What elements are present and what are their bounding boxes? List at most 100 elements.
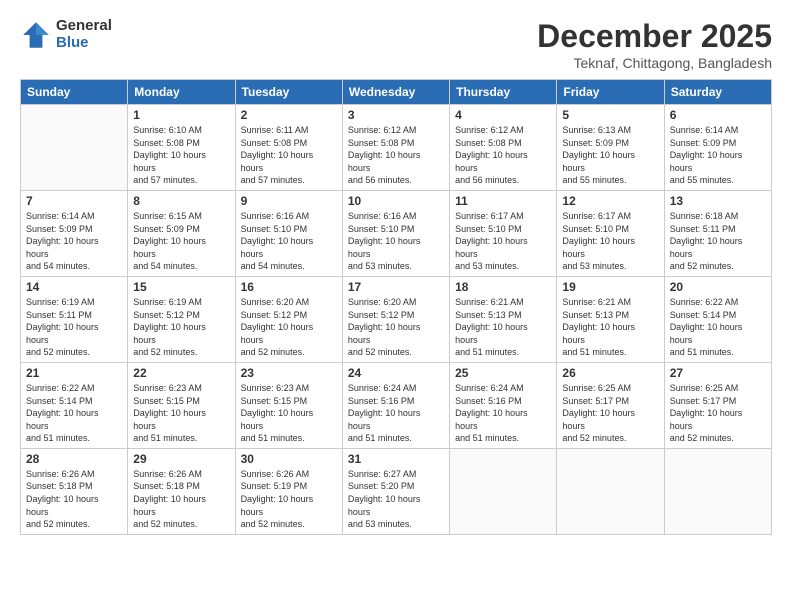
day-info: Sunrise: 6:19 AMSunset: 5:12 PMDaylight:… [133,296,229,359]
daylight-line1: Daylight: 10 hours hours [133,236,206,259]
daylight-line1: Daylight: 10 hours hours [348,322,421,345]
sunrise-text: Sunrise: 6:27 AM [348,469,417,479]
sunset-text: Sunset: 5:20 PM [348,481,415,491]
weekday-header-saturday: Saturday [664,80,771,105]
daylight-line1: Daylight: 10 hours hours [133,408,206,431]
day-number: 28 [26,452,122,466]
weekday-header-friday: Friday [557,80,664,105]
sunrise-text: Sunrise: 6:22 AM [670,297,739,307]
daylight-line2: and 54 minutes. [133,261,197,271]
daylight-line2: and 51 minutes. [26,433,90,443]
daylight-line1: Daylight: 10 hours hours [670,150,743,173]
calendar-cell: 11 Sunrise: 6:17 AM Sunset: 5:10 PM Dayligh… [450,190,557,276]
day-number: 20 [670,280,766,294]
sunrise-text: Sunrise: 6:17 AM [455,211,524,221]
daylight-line1: Daylight: 10 hours hours [348,236,421,259]
day-info: Sunrise: 6:24 AMSunset: 5:16 PMDaylight:… [455,382,551,445]
sunset-text: Sunset: 5:16 PM [455,396,522,406]
calendar-cell: 20Sunrise: 6:22 AMSunset: 5:14 PMDayligh… [664,276,771,362]
daylight-line1: Daylight: 10 hours hours [348,150,421,173]
sunset-text: Sunset: 5:09 PM [26,224,93,234]
sunrise-text: Sunrise: 6:22 AM [26,383,95,393]
daylight-line2: and 56 minutes. [455,175,519,185]
month-title: December 2025 [537,18,772,55]
day-info: Sunrise: 6:12 AMSunset: 5:08 PMDaylight:… [455,124,551,187]
daylight-line1: Daylight: 10 hours hours [241,236,314,259]
day-number: 16 [241,280,337,294]
daylight-line2: and 51 minutes. [133,433,197,443]
calendar-cell: 28Sunrise: 6:26 AMSunset: 5:18 PMDayligh… [21,448,128,534]
day-number: 11 [455,194,551,208]
title-area: December 2025 Teknaf, Chittagong, Bangla… [537,18,772,71]
daylight-line2: and 55 minutes. [670,175,734,185]
daylight-line2: and 52 minutes. [348,347,412,357]
daylight-line1: Daylight: 10 hours hours [133,322,206,345]
day-number: 12 [562,194,658,208]
sunset-text: Sunset: 5:12 PM [241,310,308,320]
calendar-cell: 23Sunrise: 6:23 AMSunset: 5:15 PMDayligh… [235,362,342,448]
sunrise-text: Sunrise: 6:20 AM [241,297,310,307]
sunset-text: Sunset: 5:08 PM [455,138,522,148]
calendar-cell [21,105,128,191]
calendar-cell: 31Sunrise: 6:27 AMSunset: 5:20 PMDayligh… [342,448,449,534]
sunrise-text: Sunrise: 6:26 AM [26,469,95,479]
day-info: Sunrise: 6:17 AM Sunset: 5:10 PM Daylight:… [455,210,551,273]
sunset-text: Sunset: 5:16 PM [348,396,415,406]
day-number: 7 [26,194,122,208]
calendar-cell: 22Sunrise: 6:23 AMSunset: 5:15 PMDayligh… [128,362,235,448]
calendar-cell: 24Sunrise: 6:24 AMSunset: 5:16 PMDayligh… [342,362,449,448]
daylight-line2: and 51 minutes. [241,433,305,443]
daylight-line1: Daylight: 10 hours hours [26,408,99,431]
day-number: 5 [562,108,658,122]
daylight-line2: and 52 minutes. [670,261,734,271]
daylight-line1: Daylight: 10 hours hours [455,236,528,259]
calendar-page: General Blue December 2025 Teknaf, Chitt… [0,0,792,612]
calendar-cell: 10 Sunrise: 6:16 AMSunset: 5:10 PMDayligh… [342,190,449,276]
sunrise-text: Sunrise: 6:24 AM [455,383,524,393]
daylight-line2: and 53 minutes. [562,261,626,271]
day-info: Sunrise: 6:12 AMSunset: 5:08 PMDaylight:… [348,124,444,187]
day-number: 26 [562,366,658,380]
day-number: 22 [133,366,229,380]
calendar-cell [450,448,557,534]
daylight-line2: and 53 minutes. [455,261,519,271]
day-number: 29 [133,452,229,466]
sunset-text: Sunset: 5:08 PM [241,138,308,148]
calendar-cell: 5Sunrise: 6:13 AMSunset: 5:09 PMDaylight… [557,105,664,191]
daylight-line2: and 51 minutes. [670,347,734,357]
day-info: Sunrise: 6:24 AMSunset: 5:16 PMDaylight:… [348,382,444,445]
sunset-text: Sunset: 5:10 PM [348,224,415,234]
day-info: Sunrise: 6:26 AMSunset: 5:19 PMDaylight:… [241,468,337,531]
day-number: 10 [348,194,444,208]
daylight-line1: Daylight: 10 hours hours [241,322,314,345]
page-header: General Blue December 2025 Teknaf, Chitt… [20,18,772,71]
sunset-text: Sunset: 5:09 PM [562,138,629,148]
day-number: 18 [455,280,551,294]
daylight-line1: Daylight: 10 hours hours [562,236,635,259]
day-number: 3 [348,108,444,122]
sunrise-text: Sunrise: 6:20 AM [348,297,417,307]
sunset-text: Sunset: 5:10 PM [455,224,522,234]
daylight-line2: and 52 minutes. [133,519,197,529]
calendar-cell: 14Sunrise: 6:19 AMSunset: 5:11 PMDayligh… [21,276,128,362]
sunrise-text: Sunrise: 6:25 AM [670,383,739,393]
day-number: 2 [241,108,337,122]
daylight-line2: and 51 minutes. [348,433,412,443]
daylight-line1: Daylight: 10 hours hours [241,408,314,431]
logo-icon [20,19,52,51]
calendar-table: SundayMondayTuesdayWednesdayThursdayFrid… [20,79,772,535]
daylight-line1: Daylight: 10 hours hours [670,322,743,345]
sunrise-text: Sunrise: 6:12 AM [455,125,524,135]
calendar-cell: 6Sunrise: 6:14 AMSunset: 5:09 PMDaylight… [664,105,771,191]
weekday-header-thursday: Thursday [450,80,557,105]
calendar-cell: 27Sunrise: 6:25 AMSunset: 5:17 PMDayligh… [664,362,771,448]
daylight-line2: and 57 minutes. [133,175,197,185]
daylight-line2: and 52 minutes. [562,433,626,443]
day-info: Sunrise: 6:11 AMSunset: 5:08 PMDaylight:… [241,124,337,187]
location-subtitle: Teknaf, Chittagong, Bangladesh [537,55,772,71]
sunset-text: Sunset: 5:08 PM [133,138,200,148]
day-info: Sunrise: 6:16 AMSunset: 5:10 PMDaylight:… [348,210,444,273]
daylight-line2: and 52 minutes. [133,347,197,357]
daylight-line1: Daylight: 10 hours hours [133,150,206,173]
logo-general-text: General [56,18,112,35]
